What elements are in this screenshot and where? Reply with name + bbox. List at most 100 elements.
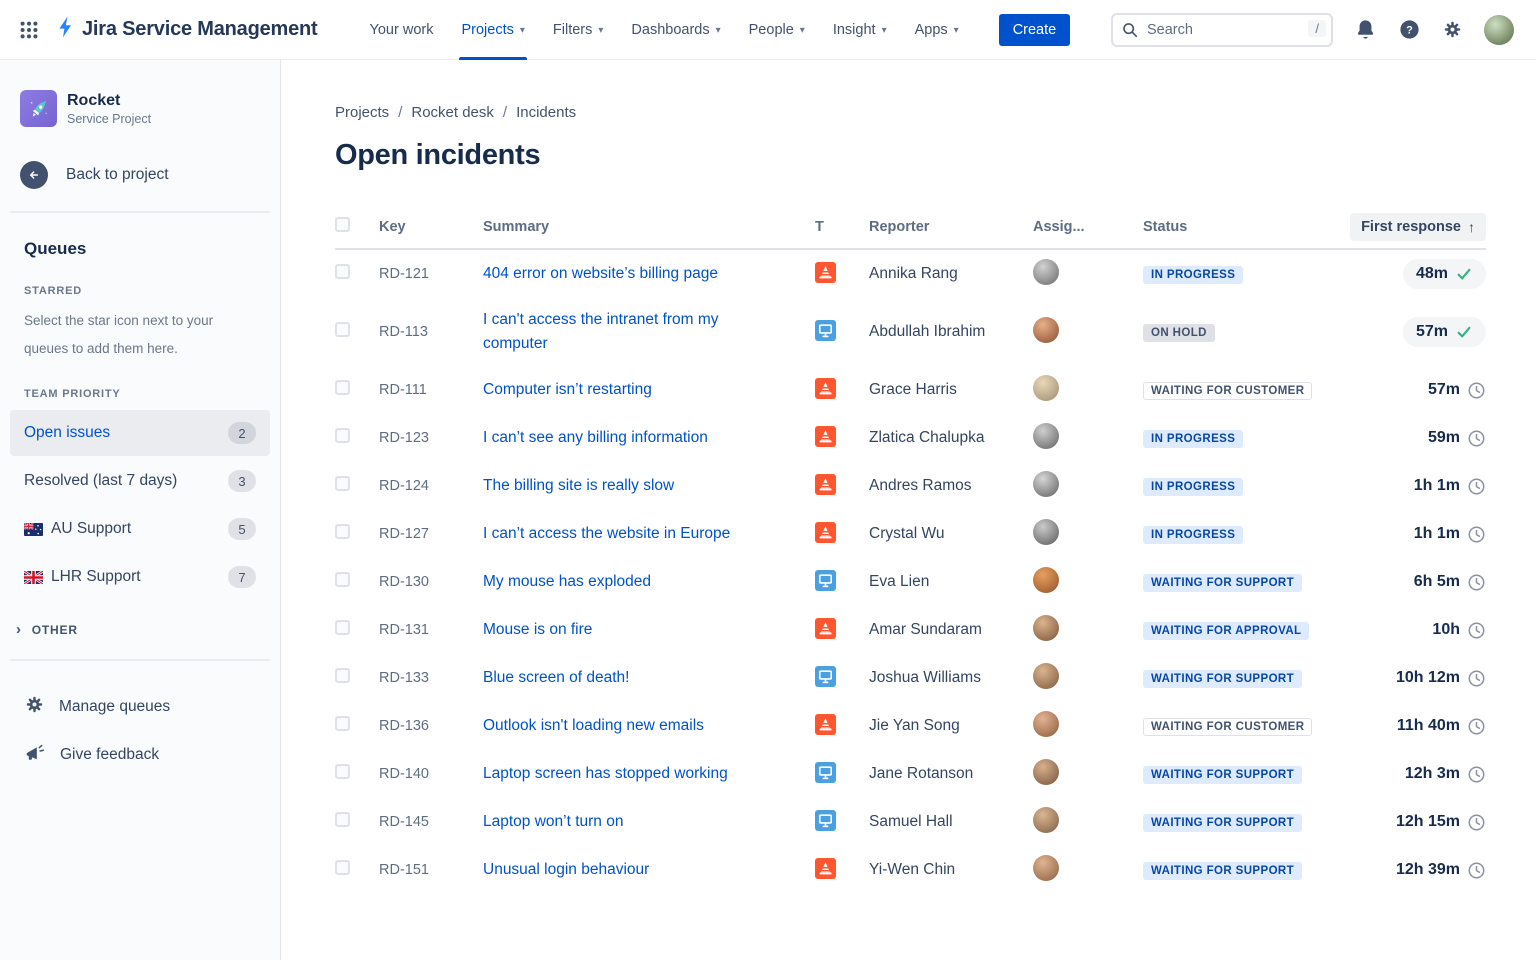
table-row[interactable]: RD-136 Outlook isn't loading new emails … bbox=[335, 702, 1486, 750]
nav-item-filters[interactable]: Filters▾ bbox=[539, 0, 618, 60]
column-key[interactable]: Key bbox=[379, 219, 483, 235]
issue-summary-link[interactable]: I can’t see any billing information bbox=[483, 416, 760, 460]
issue-summary-link[interactable]: Unusual login behaviour bbox=[483, 848, 701, 892]
issue-summary-link[interactable]: Computer isn’t restarting bbox=[483, 368, 704, 412]
issue-summary-link[interactable]: The billing site is really slow bbox=[483, 464, 726, 508]
nav-item-projects[interactable]: Projects▾ bbox=[447, 0, 538, 60]
create-button[interactable]: Create bbox=[999, 14, 1071, 46]
notifications-bell-icon[interactable] bbox=[1354, 18, 1377, 41]
give-feedback-button[interactable]: Give feedback bbox=[0, 731, 280, 779]
table-row[interactable]: RD-140 Laptop screen has stopped working… bbox=[335, 750, 1486, 798]
issue-summary-link[interactable]: Laptop screen has stopped working bbox=[483, 752, 780, 796]
assignee-avatar[interactable] bbox=[1033, 759, 1059, 785]
table-row[interactable]: RD-123 I can’t see any billing informati… bbox=[335, 414, 1486, 462]
nav-item-insight[interactable]: Insight▾ bbox=[819, 0, 901, 60]
manage-queues-button[interactable]: Manage queues bbox=[0, 683, 280, 731]
column-first-response-sort[interactable]: First response ↑ bbox=[1350, 213, 1486, 241]
assignee-avatar[interactable] bbox=[1033, 807, 1059, 833]
row-checkbox[interactable] bbox=[335, 572, 350, 587]
assignee-avatar[interactable] bbox=[1033, 663, 1059, 689]
nav-item-people[interactable]: People▾ bbox=[735, 0, 819, 60]
table-row[interactable]: RD-113 I can't access the intranet from … bbox=[335, 298, 1486, 366]
issue-summary-link[interactable]: Blue screen of death! bbox=[483, 656, 682, 700]
issue-summary-link[interactable]: My mouse has exploded bbox=[483, 560, 703, 604]
row-checkbox[interactable] bbox=[335, 764, 350, 779]
nav-item-label: Your work bbox=[370, 22, 434, 38]
row-checkbox[interactable] bbox=[335, 812, 350, 827]
assignee-avatar[interactable] bbox=[1033, 519, 1059, 545]
table-row[interactable]: RD-124 The billing site is really slow A… bbox=[335, 462, 1486, 510]
row-checkbox[interactable] bbox=[335, 428, 350, 443]
sla-clock-icon bbox=[1467, 765, 1486, 784]
row-checkbox[interactable] bbox=[335, 860, 350, 875]
row-checkbox[interactable] bbox=[335, 476, 350, 491]
app-switcher-icon[interactable] bbox=[18, 19, 40, 41]
row-checkbox[interactable] bbox=[335, 668, 350, 683]
user-avatar[interactable] bbox=[1484, 15, 1514, 45]
queue-item-resolved-last-7-days-[interactable]: Resolved (last 7 days)3 bbox=[10, 458, 270, 504]
assignee-avatar[interactable] bbox=[1033, 375, 1059, 401]
assignee-avatar[interactable] bbox=[1033, 855, 1059, 881]
assignee-avatar[interactable] bbox=[1033, 423, 1059, 449]
assignee-avatar[interactable] bbox=[1033, 567, 1059, 593]
issue-key: RD-111 bbox=[379, 382, 483, 398]
reporter-name: Andres Ramos bbox=[869, 477, 1033, 495]
row-checkbox[interactable] bbox=[335, 620, 350, 635]
issue-summary-link[interactable]: 404 error on website’s billing page bbox=[483, 252, 770, 296]
table-row[interactable]: RD-131 Mouse is on fire Amar Sundaram WA… bbox=[335, 606, 1486, 654]
row-checkbox[interactable] bbox=[335, 322, 350, 337]
issue-summary-link[interactable]: I can’t access the website in Europe bbox=[483, 512, 782, 556]
time-value: 6h 5m bbox=[1414, 573, 1460, 591]
column-summary[interactable]: Summary bbox=[483, 219, 815, 235]
column-status[interactable]: Status bbox=[1143, 219, 1331, 235]
breadcrumb-incidents[interactable]: Incidents bbox=[516, 104, 576, 121]
assignee-avatar[interactable] bbox=[1033, 317, 1059, 343]
issue-summary-link[interactable]: Laptop won’t turn on bbox=[483, 800, 675, 844]
assignee-avatar[interactable] bbox=[1033, 615, 1059, 641]
table-row[interactable]: RD-151 Unusual login behaviour Yi-Wen Ch… bbox=[335, 846, 1486, 894]
breadcrumb-projects[interactable]: Projects bbox=[335, 104, 389, 121]
table-row[interactable]: RD-130 My mouse has exploded Eva Lien WA… bbox=[335, 558, 1486, 606]
assignee-avatar[interactable] bbox=[1033, 471, 1059, 497]
issue-summary-link[interactable]: I can't access the intranet from my comp… bbox=[483, 298, 815, 366]
column-reporter[interactable]: Reporter bbox=[869, 219, 1033, 235]
table-row[interactable]: RD-111 Computer isn’t restarting Grace H… bbox=[335, 366, 1486, 414]
time-value: 1h 1m bbox=[1414, 477, 1460, 495]
app-logo[interactable]: Jira Service Management bbox=[54, 15, 318, 44]
team-priority-section-label: TEAM PRIORITY bbox=[0, 388, 280, 400]
search-input[interactable] bbox=[1111, 13, 1333, 47]
select-all-checkbox[interactable] bbox=[335, 217, 350, 232]
queues-heading: Queues bbox=[0, 235, 280, 259]
issue-key: RD-145 bbox=[379, 814, 483, 830]
issue-summary-link[interactable]: Mouse is on fire bbox=[483, 608, 644, 652]
table-row[interactable]: RD-145 Laptop won’t turn on Samuel Hall … bbox=[335, 798, 1486, 846]
help-icon[interactable]: ? bbox=[1398, 18, 1421, 41]
row-checkbox[interactable] bbox=[335, 524, 350, 539]
assignee-avatar[interactable] bbox=[1033, 259, 1059, 285]
breadcrumb-project-desk[interactable]: Rocket desk bbox=[411, 104, 494, 121]
column-assignee[interactable]: Assig... bbox=[1033, 219, 1143, 235]
nav-item-label: Projects bbox=[461, 22, 513, 38]
table-row[interactable]: RD-121 404 error on website’s billing pa… bbox=[335, 250, 1486, 298]
queue-item-au-support[interactable]: AU Support5 bbox=[10, 506, 270, 552]
column-type[interactable]: T bbox=[815, 219, 869, 235]
table-row[interactable]: RD-133 Blue screen of death! Joshua Will… bbox=[335, 654, 1486, 702]
assignee-avatar[interactable] bbox=[1033, 711, 1059, 737]
back-to-project-button[interactable]: Back to project bbox=[0, 161, 280, 189]
nav-item-dashboards[interactable]: Dashboards▾ bbox=[617, 0, 734, 60]
row-checkbox[interactable] bbox=[335, 264, 350, 279]
queue-item-lhr-support[interactable]: LHR Support7 bbox=[10, 554, 270, 600]
project-header: Rocket Service Project bbox=[0, 90, 280, 127]
issue-summary-link[interactable]: Outlook isn't loading new emails bbox=[483, 704, 756, 748]
chevron-down-icon: ▾ bbox=[954, 25, 959, 36]
table-row[interactable]: RD-127 I can’t access the website in Eur… bbox=[335, 510, 1486, 558]
row-checkbox[interactable] bbox=[335, 716, 350, 731]
settings-gear-icon[interactable] bbox=[1442, 19, 1463, 40]
nav-item-your-work[interactable]: Your work bbox=[356, 0, 448, 60]
status-badge: WAITING FOR CUSTOMER bbox=[1143, 718, 1312, 736]
other-section-toggle[interactable]: › OTHER bbox=[0, 622, 280, 637]
queue-item-open-issues[interactable]: Open issues2 bbox=[10, 410, 270, 456]
breadcrumb-separator: / bbox=[398, 104, 402, 121]
nav-item-apps[interactable]: Apps▾ bbox=[901, 0, 973, 60]
row-checkbox[interactable] bbox=[335, 380, 350, 395]
